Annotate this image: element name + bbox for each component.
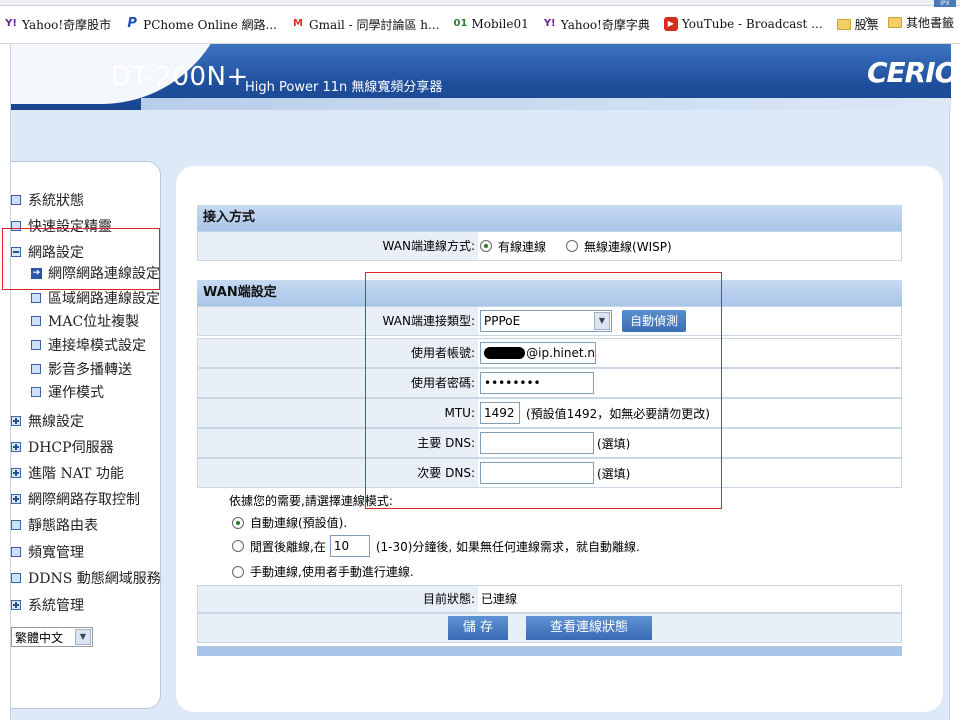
connection-status-row: 目前狀態: 已連線 <box>197 585 902 613</box>
form-footer-bar <box>197 646 902 656</box>
page-icon <box>11 573 21 583</box>
mobile01-icon: 01 <box>453 18 468 29</box>
expand-icon <box>11 442 21 452</box>
mode-idle-option: 閒置後離線,在 10 (1-30)分鐘後, 如果無任何連線需求，就自動離線. <box>232 535 640 557</box>
browser-toolbar-edge <box>0 0 960 6</box>
other-bookmarks-folder[interactable]: 其他書籤 <box>888 14 954 31</box>
page-icon <box>31 316 41 326</box>
extension-badge[interactable]: IPX <box>934 0 956 7</box>
yahoo-icon: Y! <box>5 18 17 29</box>
expand-icon <box>11 600 21 610</box>
yahoo-icon: Y! <box>543 18 556 29</box>
mode-manual-option: 手動連線,使用者手動進行連線. <box>232 563 414 580</box>
bookmark-gmail[interactable]: M Gmail - 同學討論區 h... <box>291 16 439 33</box>
sidebar-item-multicast[interactable]: 影音多播轉送 <box>31 359 132 379</box>
sidebar-item-bandwidth[interactable]: 頻寬管理 <box>11 542 84 562</box>
highlight-box-nav <box>2 228 160 290</box>
radio-wired[interactable] <box>480 240 492 252</box>
page-icon <box>11 520 21 530</box>
expand-icon <box>11 494 21 504</box>
section-header-access: 接入方式 <box>197 205 902 231</box>
sidebar-item-system-status[interactable]: 系統狀態 <box>11 190 84 210</box>
sidebar-item-static-route[interactable]: 靜態路由表 <box>11 515 98 535</box>
bookmarks-bar: Y! Yahoo!奇摩股市 P PChome Online 網路... M Gmail… <box>0 0 960 44</box>
wan-mode-row: WAN端連線方式: 有線連線 無線連線(WISP) <box>197 231 902 261</box>
folder-icon <box>888 17 902 28</box>
product-subtitle: High Power 11n 無線寬頻分享器 <box>245 80 443 95</box>
sidebar-item-dhcp[interactable]: DHCP伺服器 <box>11 437 114 457</box>
status-value: 已連線 <box>481 592 518 606</box>
sidebar-item-system-admin[interactable]: 系統管理 <box>11 595 84 615</box>
radio-idle-disconnect[interactable] <box>232 540 244 552</box>
mode-auto-option: 自動連線(預設值). <box>232 514 347 531</box>
bookmark-yahoo-stock[interactable]: Y! Yahoo!奇摩股市 <box>4 16 111 33</box>
status-label: 目前狀態: <box>198 586 478 612</box>
sidebar-item-access-control[interactable]: 網際網路存取控制 <box>11 489 140 509</box>
page-icon <box>11 195 21 205</box>
language-select[interactable]: 繁體中文 ▼ <box>11 627 93 647</box>
header-banner: DT-200N+ High Power 11n 無線寬頻分享器 CERIO <box>11 44 951 110</box>
highlight-box-form <box>365 272 722 509</box>
youtube-icon: ▶ <box>663 17 678 31</box>
sidebar-item-operation-mode[interactable]: 運作模式 <box>31 382 104 402</box>
action-buttons-row: 儲 存 查看連線狀態 <box>197 613 902 643</box>
radio-manual-connect[interactable] <box>232 565 244 578</box>
pchome-icon: P <box>127 16 137 31</box>
sidebar-item-mac-clone[interactable]: MAC位址複製 <box>31 311 139 331</box>
radio-auto-connect[interactable] <box>232 516 244 529</box>
radio-wireless[interactable] <box>566 240 579 252</box>
page-icon <box>31 293 41 303</box>
folder-icon <box>836 18 851 30</box>
sidebar-item-nat[interactable]: 進階 NAT 功能 <box>11 463 124 483</box>
sidebar-item-port-mode[interactable]: 連接埠模式設定 <box>31 335 146 355</box>
bookmark-yahoo-dict[interactable]: Y! Yahoo!奇摩字典 <box>543 16 650 33</box>
sidebar-item-wireless[interactable]: 無線設定 <box>11 411 84 431</box>
gmail-icon: M <box>293 18 303 29</box>
bookmark-mobile01[interactable]: 01 Mobile01 <box>453 17 529 31</box>
sidebar-item-lan-settings[interactable]: 區域網路連線設定 <box>31 288 160 308</box>
idle-minutes-field[interactable]: 10 <box>329 535 370 557</box>
brand-logo: CERIO <box>867 56 951 89</box>
bookmark-youtube[interactable]: ▶ YouTube - Broadcast ... <box>663 17 823 31</box>
page-icon <box>11 547 21 557</box>
bookmarks-overflow-button[interactable]: » <box>864 12 873 28</box>
expand-icon <box>11 416 21 426</box>
page-icon <box>31 387 41 397</box>
chevron-down-icon: ▼ <box>75 629 91 645</box>
page-icon <box>31 340 41 350</box>
wan-mode-label: WAN端連線方式: <box>198 232 478 260</box>
sidebar-item-ddns[interactable]: DDNS 動態網域服務 <box>11 568 161 588</box>
product-model: DT-200N+ <box>111 62 249 92</box>
bookmark-pchome[interactable]: P PChome Online 網路... <box>125 16 277 33</box>
view-status-button[interactable]: 查看連線狀態 <box>526 616 652 640</box>
expand-icon <box>11 468 21 478</box>
page-icon <box>31 364 41 374</box>
save-button[interactable]: 儲 存 <box>448 616 508 640</box>
